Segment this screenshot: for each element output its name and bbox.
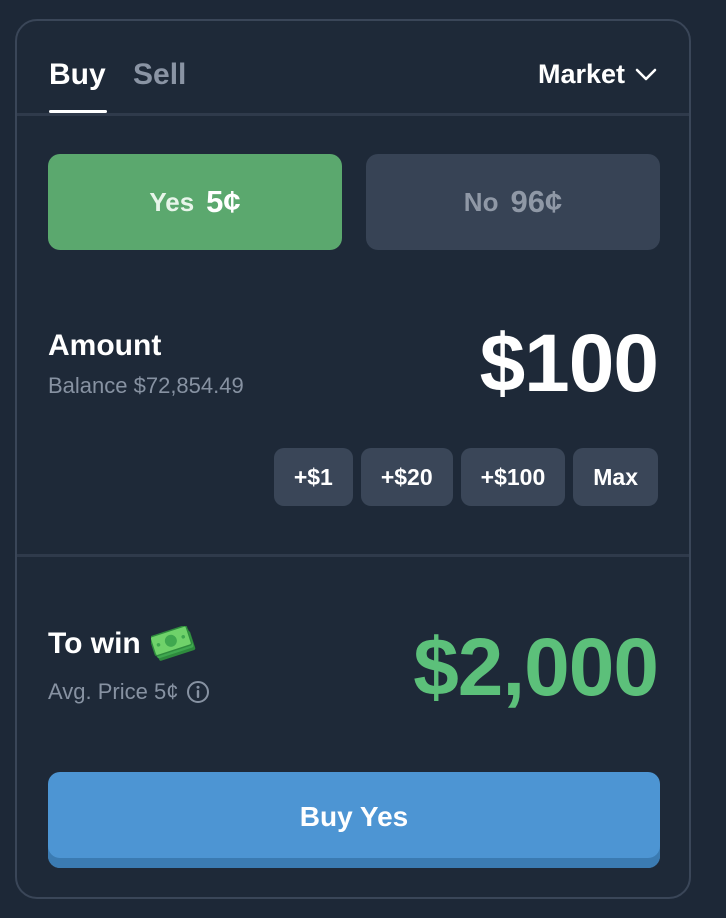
add-100-button[interactable]: +$100 [460,448,566,506]
money-icon [150,626,197,662]
max-button[interactable]: Max [573,448,658,506]
order-type-dropdown[interactable]: Market [538,59,657,90]
amount-input[interactable]: $100 [480,317,659,411]
add-1-button[interactable]: +$1 [273,448,353,506]
active-tab-indicator [49,110,107,113]
buy-yes-button[interactable]: Buy Yes [48,772,660,868]
order-type-label: Market [537,59,625,89]
yes-price: 5¢ [206,184,241,219]
no-label: No [463,186,499,217]
balance-text: Balance $72,854.49 [48,373,244,398]
to-win-value: $2,000 [413,622,659,713]
avg-price-text: Avg. Price 5¢ [48,679,179,704]
no-outcome-button[interactable]: No 96¢ [366,154,660,250]
trade-tabs: Buy Sell Market [17,21,689,116]
tab-buy[interactable]: Buy [49,57,106,93]
add-20-button[interactable]: +$20 [360,448,453,506]
no-price: 96¢ [510,184,563,219]
to-win-label: To win [48,626,197,662]
amount-label: Amount [48,329,162,362]
to-win-text: To win [48,627,141,660]
section-divider [17,554,689,557]
avg-price: Avg. Price 5¢ [48,679,210,705]
chevron-down-icon [635,68,657,82]
trade-panel: Buy Sell Market Yes 5¢ No 96¢ Amount Bal… [15,19,691,899]
yes-outcome-button[interactable]: Yes 5¢ [48,154,342,250]
yes-label: Yes [149,186,195,217]
tab-sell[interactable]: Sell [133,57,186,93]
info-icon[interactable] [186,680,210,704]
quick-add-buttons: +$1 +$20 +$100 Max [273,448,658,506]
